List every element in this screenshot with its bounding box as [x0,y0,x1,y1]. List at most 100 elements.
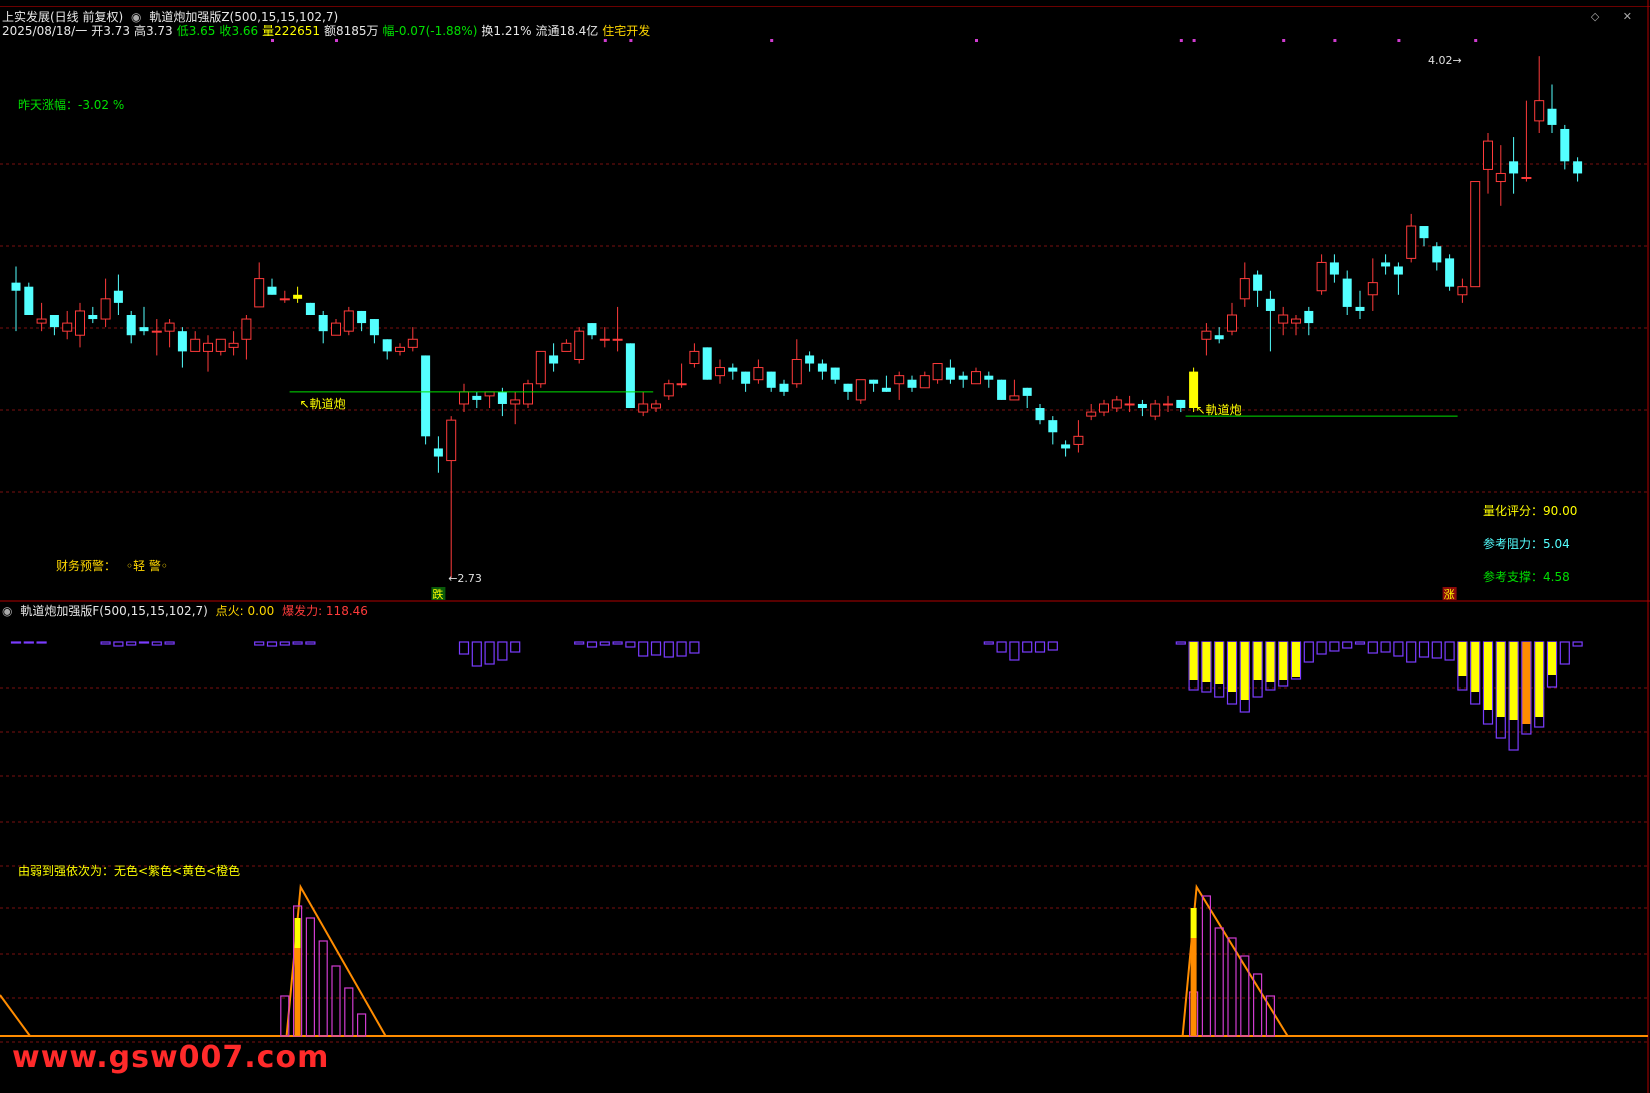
candle [919,371,930,389]
candle [1009,379,1020,401]
candle-body [139,327,149,332]
candle-body [1470,181,1481,288]
purple-bar [254,641,265,646]
candle [1509,137,1519,194]
candle [24,282,34,315]
candle [459,383,469,413]
candle-body [75,310,85,336]
candle [830,367,840,384]
yellow-bar [1471,642,1480,692]
candle-body [1111,399,1122,409]
purple-bar [305,641,316,645]
purple-bar [663,641,674,658]
candle-body [484,391,495,397]
purple-bar [1444,641,1455,661]
candle-body [1342,278,1352,307]
purple-bar [36,641,47,644]
candle-body [164,322,175,332]
candle-body [663,383,674,397]
signal-dot [603,39,607,42]
candle-body [36,318,47,324]
signal-dot [335,39,338,42]
candle [779,379,789,396]
purple-bar [1009,641,1020,661]
candle-body [1547,108,1557,125]
candle-body [1367,282,1378,296]
candle [177,327,187,368]
candle [1355,290,1365,320]
candle-body [1163,403,1173,406]
purple-bar [126,641,137,646]
candle [907,375,917,392]
yellow-bar [1240,642,1249,700]
candle [549,343,559,372]
candle-body [1509,161,1519,174]
candle-body [241,318,252,340]
burst-bar [357,1013,367,1037]
yellow-bar [1509,642,1518,720]
candle-body [805,355,815,364]
candle [1483,133,1493,194]
candle [293,286,303,303]
candle-body [62,322,73,332]
candle [62,310,73,340]
purple-bar [650,641,662,656]
candle-body [318,315,328,332]
candle [1227,302,1237,336]
candle [561,339,572,352]
candle-body [894,375,905,385]
yellow-bar [1279,642,1288,680]
candle-body [1227,314,1237,332]
candle [1432,242,1442,271]
signal-dot [1282,39,1286,42]
burst-orange [1190,938,1197,1036]
candle-body [1483,140,1493,170]
candle-body [855,379,866,401]
candle [881,375,891,392]
candle [651,399,661,413]
candle-body [421,355,431,437]
candle [395,343,405,356]
candle-body [369,319,379,336]
candle [625,343,635,409]
candle-body [1086,411,1097,417]
purple-bar [983,641,994,645]
candle [869,379,879,392]
candle [702,347,712,380]
candle-body [190,338,201,352]
purple-bar [689,641,700,654]
signal-dot [629,39,633,42]
purple-bar [1303,641,1314,663]
candle [75,302,85,348]
candle-body [728,367,738,372]
candle [11,266,21,332]
candle [139,306,149,336]
purple-bar [484,641,495,665]
candle-body [638,403,649,413]
purple-bar [1175,641,1186,645]
candle [1367,258,1378,311]
candle-body [523,383,533,405]
purple-bar [638,641,649,657]
candle [612,306,623,352]
candle [1061,440,1071,457]
candle-body [497,391,507,404]
candle-body [1381,262,1391,267]
candle [36,302,47,332]
purple-bar [100,641,111,645]
candle-body [1150,403,1161,417]
candle-body [1022,387,1032,396]
signal-label: ↖軌道炮 [1196,402,1242,417]
candle-body [254,278,265,308]
candle [753,359,764,384]
candle-body [599,338,610,341]
candle-body [459,391,469,405]
candle [1278,306,1289,336]
candle [741,371,751,392]
candle [574,327,585,364]
purple-bar [574,641,585,645]
candle-body [791,358,802,385]
bottom-tag: 涨 [1444,588,1455,601]
purple-bar [1342,641,1353,649]
candle-body [1099,403,1109,413]
